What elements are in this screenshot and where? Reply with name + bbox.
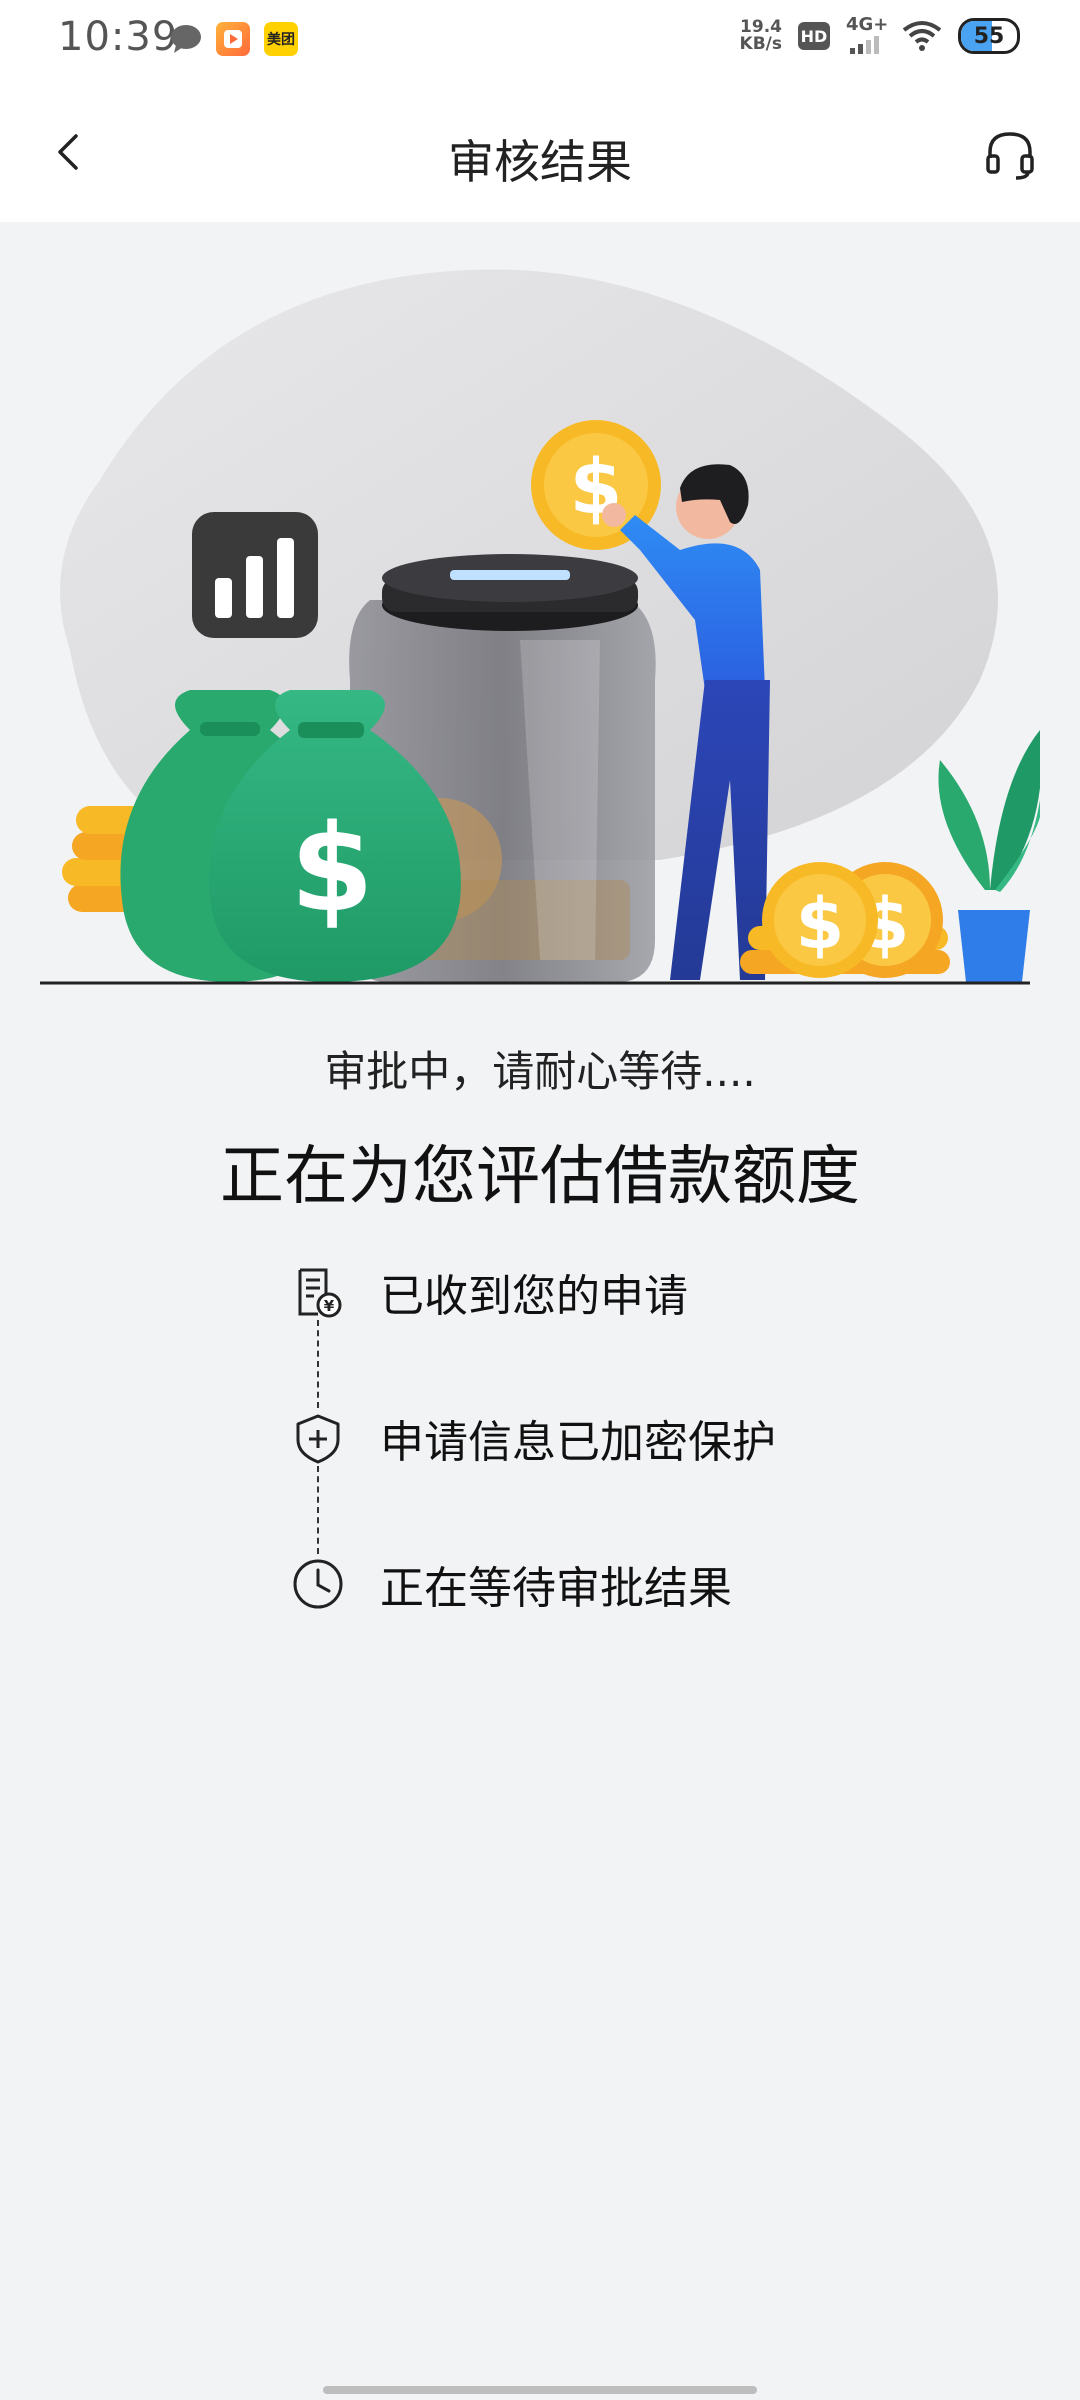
- step-awaiting-result: 正在等待审批结果: [290, 1554, 732, 1614]
- clock-icon: [290, 1556, 346, 1612]
- wifi-icon: [902, 21, 942, 51]
- network-type: 4G+: [846, 14, 889, 35]
- savings-illustration: $ $ $ $: [40, 269, 1040, 985]
- hd-badge: HD: [798, 22, 830, 50]
- step-application-received: ¥ 已收到您的申请: [290, 1262, 688, 1322]
- battery-icon: 55: [958, 18, 1020, 54]
- svg-text:$: $: [796, 883, 845, 965]
- system-icons: 19.4 KB/s HD 4G+ 55: [740, 14, 1020, 54]
- home-indicator[interactable]: [323, 2386, 757, 2394]
- svg-text:$: $: [290, 800, 374, 939]
- status-bar: 10:39 美团 19.4 KB/s HD 4G+ 55: [0, 0, 1080, 80]
- shield-plus-icon: [290, 1410, 346, 1466]
- message-bubble-icon: [171, 25, 201, 53]
- step-label: 申请信息已加密保护: [380, 1417, 776, 1468]
- nav-bar: 审核结果: [0, 80, 1080, 222]
- net-speed-unit: KB/s: [739, 34, 782, 54]
- receipt-yen-icon: ¥: [290, 1264, 346, 1320]
- coin-stack-right: $ $: [740, 862, 950, 978]
- meituan-app-icon: 美团: [264, 22, 298, 56]
- page-title: 审核结果: [448, 135, 632, 189]
- review-status-text: 审批中，请耐心等待....: [324, 1047, 756, 1096]
- review-status-title: 正在为您评估借款额度: [220, 1140, 860, 1214]
- headset-icon: [986, 132, 1034, 180]
- step-info-encrypted: 申请信息已加密保护: [290, 1408, 776, 1468]
- bar-chart-icon: [192, 512, 318, 638]
- notification-icons: 美团: [170, 22, 298, 56]
- step-label: 正在等待审批结果: [380, 1563, 732, 1614]
- battery-level: 55: [973, 23, 1005, 49]
- svg-text:¥: ¥: [324, 1297, 335, 1315]
- step-label: 已收到您的申请: [380, 1271, 688, 1322]
- step-connector: [317, 1466, 319, 1554]
- net-speed: 19.4 KB/s: [740, 19, 782, 53]
- status-time: 10:39: [58, 14, 179, 60]
- step-connector: [317, 1320, 319, 1408]
- customer-service-button[interactable]: [980, 124, 1040, 184]
- potted-plant: [938, 730, 1040, 982]
- video-app-icon: [216, 22, 250, 56]
- cellular-signal-icon: 4G+: [846, 14, 888, 54]
